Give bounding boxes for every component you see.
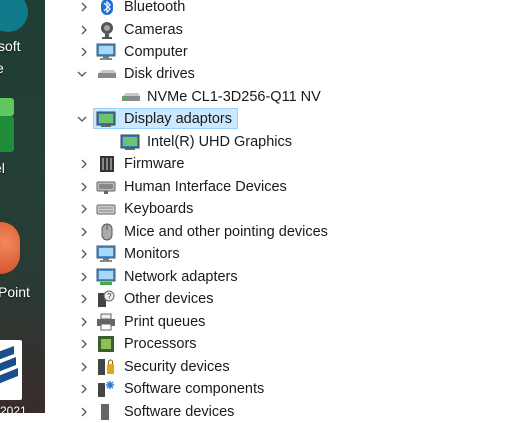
chevron-right-icon[interactable]	[77, 225, 91, 239]
desktop-icon-label[interactable]: 2021	[0, 404, 27, 413]
tree-item-label: Intel(R) UHD Graphics	[147, 134, 293, 150]
tree-item-computer[interactable]: Computer	[45, 41, 517, 63]
chevron-right-icon[interactable]	[77, 315, 91, 329]
mouse-icon	[97, 223, 117, 241]
desktop-icon-label[interactable]: soft	[0, 38, 21, 54]
chevron-right-icon[interactable]	[77, 360, 91, 374]
tree-item-bluetooth[interactable]: Bluetooth	[45, 0, 517, 18]
tree-item-label: Other devices	[124, 291, 214, 307]
tree-item-label: NVMe CL1-3D256-Q11 NV	[147, 89, 321, 105]
display-adapter-icon	[120, 133, 140, 151]
desktop-icon-label[interactable]: el	[0, 160, 5, 176]
tree-item-label: Disk drives	[124, 66, 195, 82]
tree-item-display-adaptors[interactable]: Display adaptors	[45, 108, 517, 130]
chevron-down-icon[interactable]	[75, 112, 89, 126]
chevron-right-icon[interactable]	[77, 292, 91, 306]
tree-item-processors[interactable]: Processors	[45, 333, 517, 355]
security-device-icon	[96, 358, 116, 376]
tree-item-label: Processors	[124, 336, 197, 352]
chevron-right-icon[interactable]	[77, 405, 91, 419]
excel-icon[interactable]	[0, 98, 14, 116]
tree-item-network-adapters[interactable]: Network adapters	[45, 266, 517, 288]
tree-item-software-components[interactable]: Software components	[45, 378, 517, 400]
device-tree: Bluetooth Cameras Computer Disk drives N…	[45, 0, 517, 420]
tree-item-firmware[interactable]: Firmware	[45, 153, 517, 175]
tree-item-label: Security devices	[124, 359, 230, 375]
processor-icon	[96, 335, 116, 353]
tree-item-disk-drives[interactable]: Disk drives	[45, 63, 517, 85]
display-adapter-icon	[96, 110, 116, 128]
tree-item-label: Network adapters	[124, 269, 238, 285]
chevron-right-icon[interactable]	[77, 0, 91, 14]
tree-item-software-devices[interactable]: Software devices	[45, 401, 517, 423]
chevron-right-icon[interactable]	[77, 157, 91, 171]
camera-icon	[97, 21, 117, 39]
tree-item-label: Bluetooth	[124, 0, 186, 15]
monitor-icon	[96, 245, 116, 263]
chevron-right-icon[interactable]	[77, 247, 91, 261]
software-device-icon	[96, 403, 116, 421]
network-adapter-icon	[96, 268, 116, 286]
desktop-icon-label[interactable]: e	[0, 60, 4, 76]
tree-item-print-queues[interactable]: Print queues	[45, 311, 517, 333]
chevron-right-icon[interactable]	[77, 45, 91, 59]
tree-item-label: Mice and other pointing devices	[124, 224, 328, 240]
tree-item-label: Firmware	[124, 156, 185, 172]
tree-item-keyboards[interactable]: Keyboards	[45, 198, 517, 220]
other-devices-icon: ?	[96, 290, 116, 308]
excel-icon[interactable]	[0, 116, 14, 152]
chevron-right-icon[interactable]	[77, 180, 91, 194]
tree-item-nvme-drive[interactable]: NVMe CL1-3D256-Q11 NV	[45, 86, 517, 108]
tree-item-monitors[interactable]: Monitors	[45, 243, 517, 265]
svg-text:?: ?	[107, 292, 112, 301]
tree-item-label: Human Interface Devices	[124, 179, 287, 195]
powerpoint-icon[interactable]	[0, 222, 20, 274]
chevron-right-icon[interactable]	[77, 382, 91, 396]
tree-item-label: Print queues	[124, 314, 206, 330]
desktop-icon-label[interactable]: Point	[0, 284, 30, 300]
printer-icon	[96, 313, 116, 331]
tree-item-cameras[interactable]: Cameras	[45, 19, 517, 41]
tree-item-intel-uhd-graphics[interactable]: Intel(R) UHD Graphics	[45, 131, 517, 153]
tree-item-mice[interactable]: Mice and other pointing devices	[45, 221, 517, 243]
keyboard-icon	[96, 200, 116, 218]
tree-item-label: Software devices	[124, 404, 235, 420]
app-tile-icon[interactable]	[0, 0, 28, 32]
bluetooth-icon	[97, 0, 117, 16]
computer-icon	[96, 43, 116, 61]
tree-item-label: Monitors	[124, 246, 180, 262]
tree-item-other-devices[interactable]: ? Other devices	[45, 288, 517, 310]
chevron-right-icon[interactable]	[77, 337, 91, 351]
tree-item-human-interface-devices[interactable]: Human Interface Devices	[45, 176, 517, 198]
tree-item-label: Computer	[124, 44, 188, 60]
desktop-background: soft e el Point 2021	[0, 0, 45, 413]
hid-icon	[96, 178, 116, 196]
chevron-right-icon[interactable]	[77, 23, 91, 37]
app-logo-icon[interactable]	[0, 340, 22, 400]
tree-item-label: Display adaptors	[124, 111, 232, 127]
chevron-right-icon[interactable]	[77, 202, 91, 216]
chevron-down-icon[interactable]	[75, 67, 89, 81]
chevron-right-icon[interactable]	[77, 270, 91, 284]
tree-item-security-devices[interactable]: Security devices	[45, 356, 517, 378]
tree-item-label: Software components	[124, 381, 265, 397]
disk-drive-icon	[121, 88, 141, 106]
disk-drive-icon	[97, 65, 117, 83]
software-component-icon	[96, 380, 116, 398]
tree-item-label: Keyboards	[124, 201, 194, 217]
tree-item-label: Cameras	[124, 22, 183, 38]
firmware-icon	[97, 155, 117, 173]
